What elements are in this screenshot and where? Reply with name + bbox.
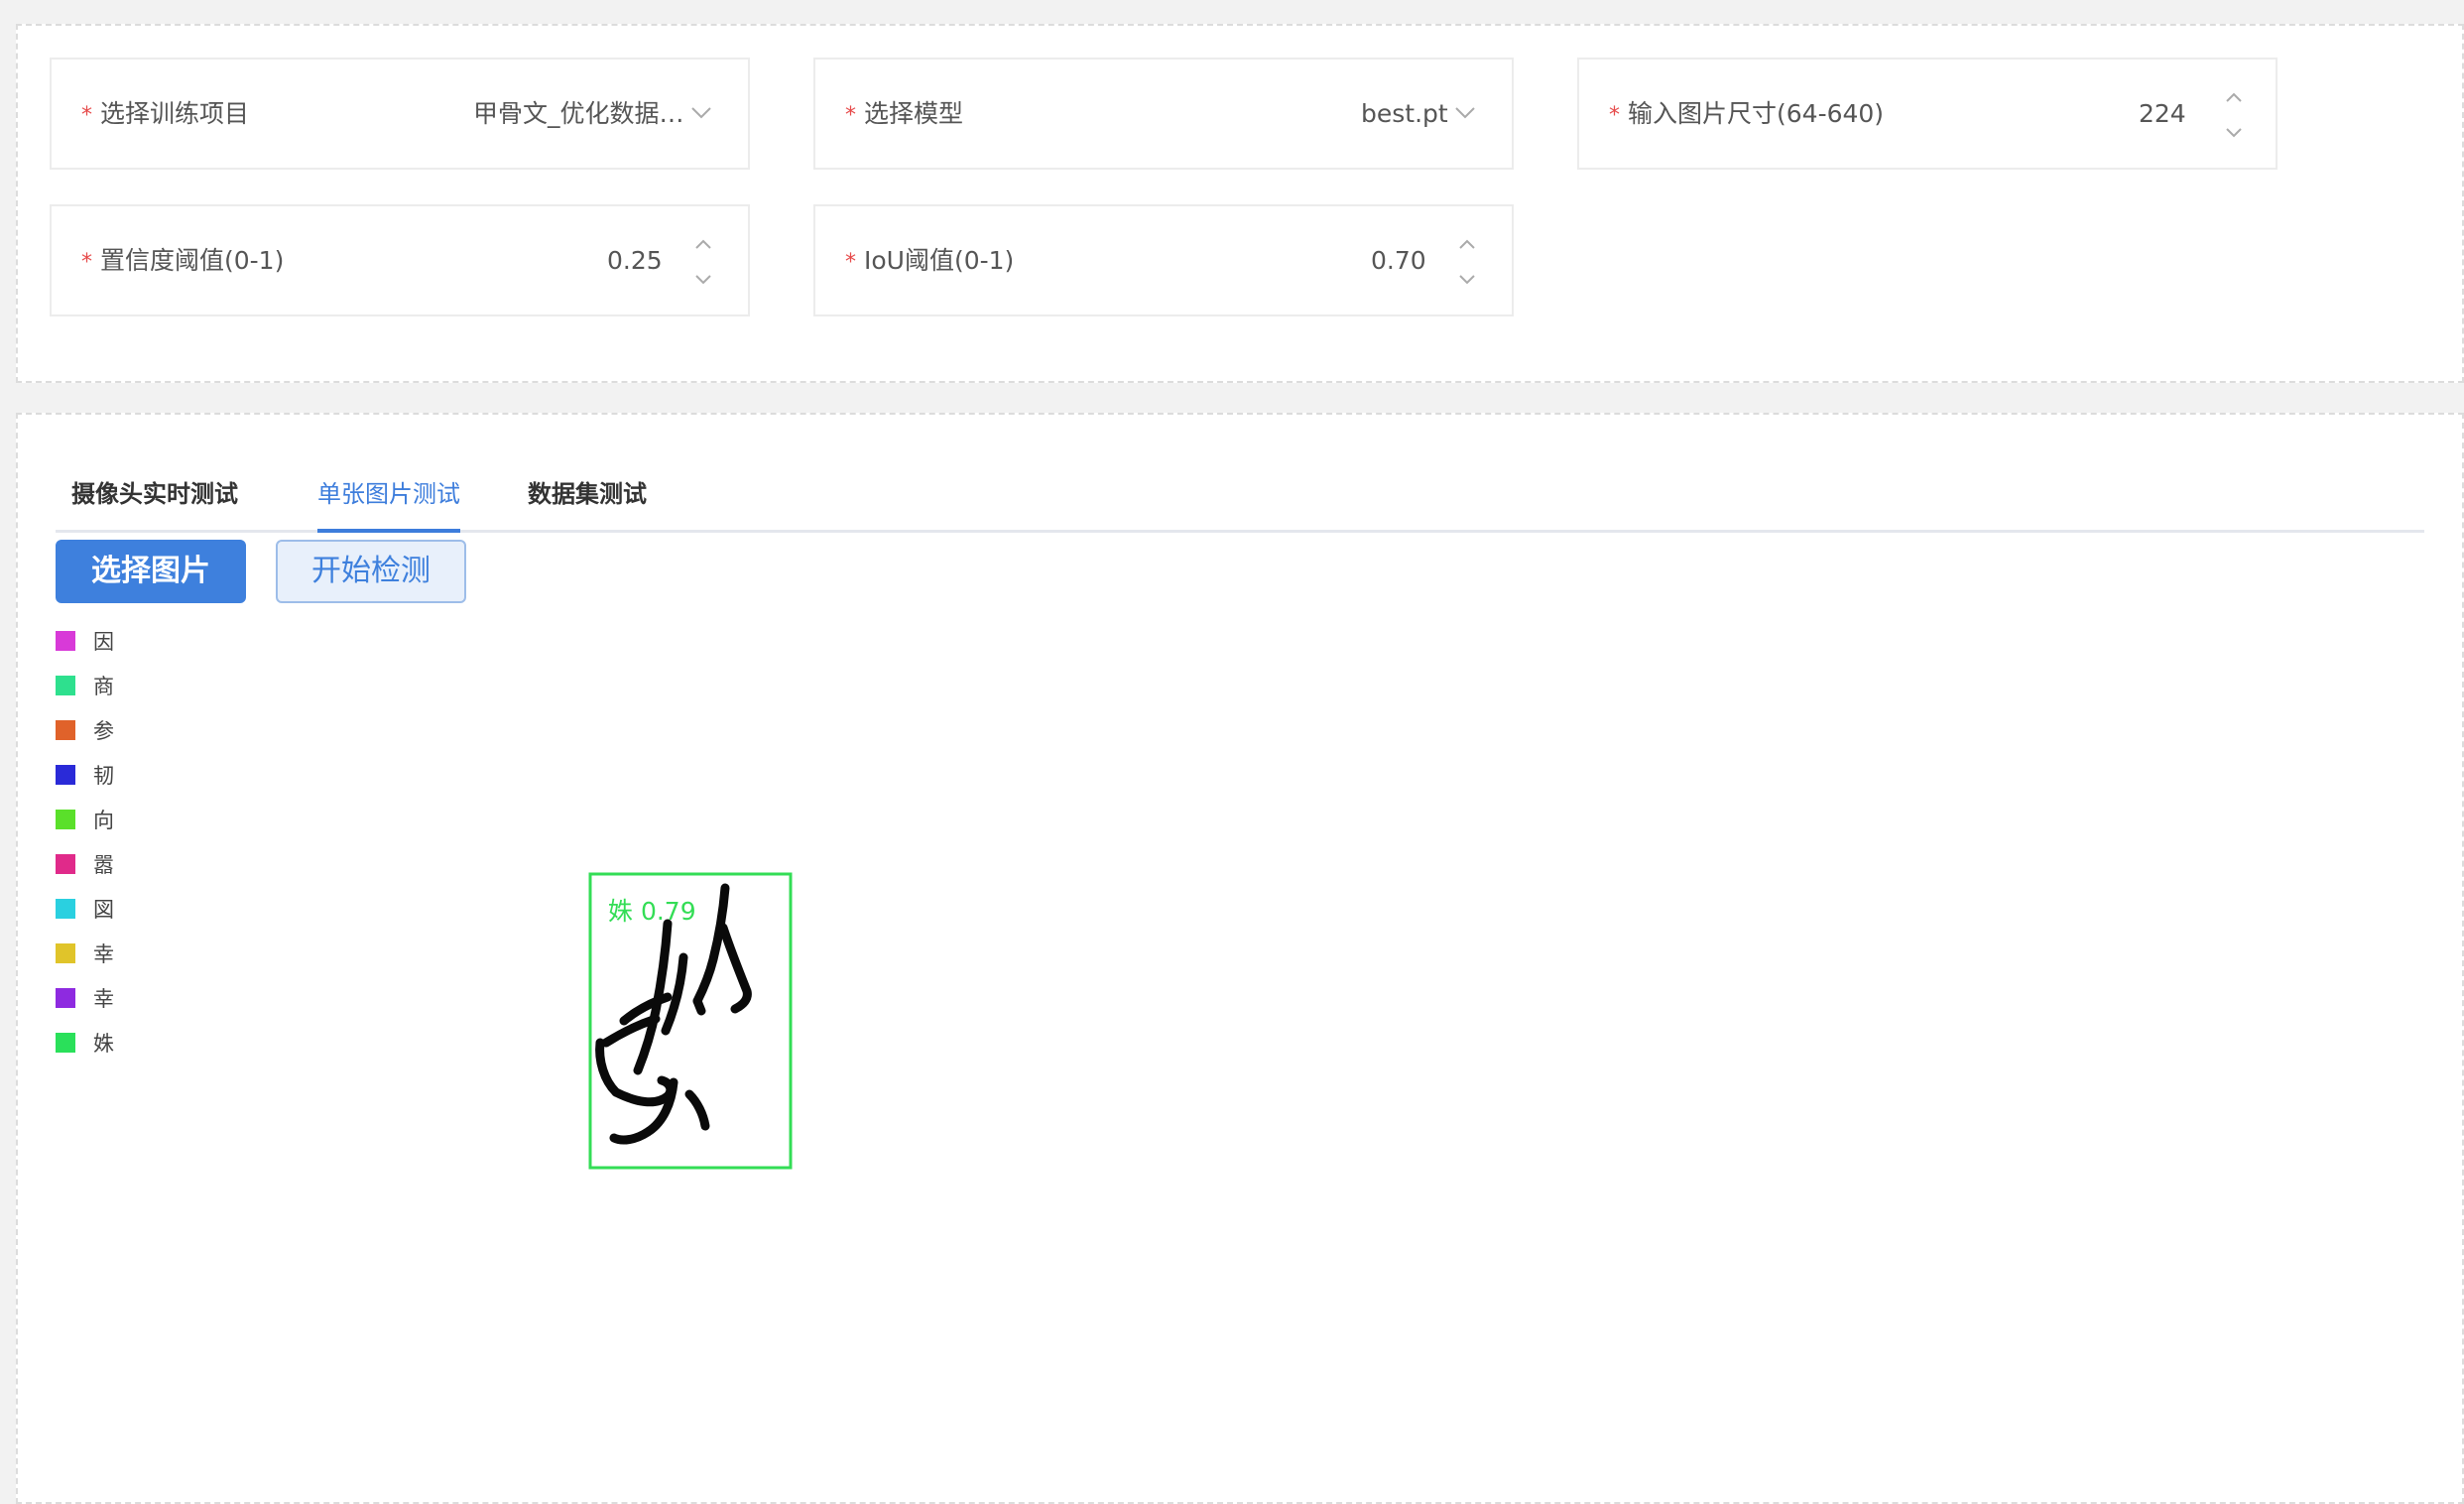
tab-camera-test[interactable]: 摄像头实时测试 [71,458,238,530]
chevron-down-icon[interactable] [688,99,714,125]
legend-swatch [56,854,75,874]
legend-label: 幸 [93,942,114,966]
test-panel: 摄像头实时测试 单张图片测试 数据集测试 选择图片 开始检测 因 商 参 韧 向… [16,413,2464,1504]
detection-label: 姝 0.79 [608,897,696,926]
project-label: 选择训练项目 [100,99,250,128]
legend-swatch [56,988,75,1008]
tab-bar: 摄像头实时测试 单张图片测试 数据集测试 [56,458,2424,533]
start-detect-button[interactable]: 开始检测 [276,540,466,603]
tab-single-image-test[interactable]: 单张图片测试 [317,458,460,533]
tab-dataset-test[interactable]: 数据集测试 [528,458,647,530]
required-mark: * [845,250,856,275]
iou-label: IoU阈值(0-1) [864,246,1015,275]
legend-swatch [56,765,75,785]
legend-label: 姝 [93,1032,114,1056]
project-value: 甲骨文_优化数据… [473,99,684,128]
imgsize-value: 224 [2139,99,2186,128]
legend-label: 嚣 [93,853,114,877]
legend-swatch [56,899,75,919]
model-value: best.pt [1361,99,1448,128]
legend-item: 嚣 [56,844,175,889]
class-legend: 因 商 参 韧 向 嚣 図 幸 幸 姝 [56,621,175,1067]
required-mark: * [81,103,92,128]
legend-label: 図 [93,898,114,922]
legend-swatch [56,631,75,651]
stepper-icon[interactable] [2222,87,2246,143]
legend-item: 因 [56,621,175,666]
conf-input[interactable]: * 置信度阈值(0-1) 0.25 [50,204,750,316]
required-mark: * [81,250,92,275]
legend-swatch [56,676,75,695]
required-mark: * [845,103,856,128]
iou-value: 0.70 [1371,246,1426,275]
conf-value: 0.25 [607,246,663,275]
project-select[interactable]: * 选择训练项目 甲骨文_优化数据… [50,58,750,170]
legend-item: 幸 [56,978,175,1023]
legend-item: 図 [56,889,175,934]
detection-result-image: 姝 0.79 [588,872,793,1170]
legend-label: 向 [93,809,114,832]
stepper-icon[interactable] [1455,234,1479,290]
legend-item: 幸 [56,934,175,978]
legend-label: 商 [93,675,114,698]
imgsize-input[interactable]: * 输入图片尺寸(64-640) 224 [1577,58,2278,170]
settings-panel: * 选择训练项目 甲骨文_优化数据… * 选择模型 best.pt * 输入图片尺寸(… [16,24,2464,383]
legend-item: 姝 [56,1023,175,1067]
legend-label: 幸 [93,987,114,1011]
select-image-button[interactable]: 选择图片 [56,540,246,603]
chevron-down-icon[interactable] [1452,99,1478,125]
legend-label: 因 [93,630,114,654]
model-select[interactable]: * 选择模型 best.pt [813,58,1514,170]
legend-label: 参 [93,719,114,743]
legend-item: 商 [56,666,175,710]
legend-item: 参 [56,710,175,755]
stepper-icon[interactable] [691,234,715,290]
legend-swatch [56,720,75,740]
required-mark: * [1609,103,1620,128]
legend-label: 韧 [93,764,114,788]
legend-item: 韧 [56,755,175,800]
model-label: 选择模型 [864,99,964,128]
iou-input[interactable]: * IoU阈值(0-1) 0.70 [813,204,1514,316]
legend-swatch [56,943,75,963]
imgsize-label: 输入图片尺寸(64-640) [1628,99,1885,128]
conf-label: 置信度阈值(0-1) [100,246,285,275]
legend-swatch [56,810,75,829]
oracle-glyph [595,883,752,1145]
legend-swatch [56,1033,75,1053]
legend-item: 向 [56,800,175,844]
